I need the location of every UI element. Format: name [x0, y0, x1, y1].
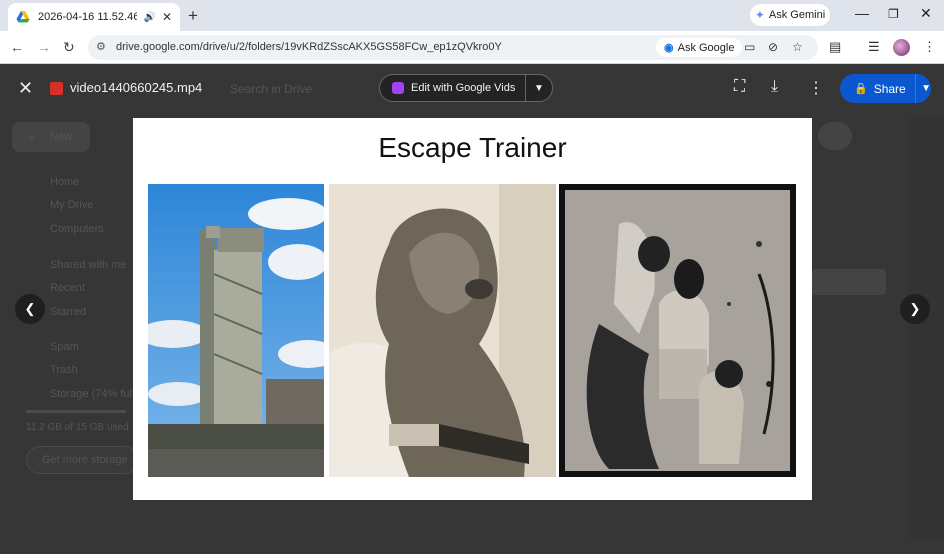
- training-chamber-photo: [559, 184, 796, 477]
- bookmark-star-icon[interactable]: ☆: [792, 40, 803, 54]
- previous-file-button[interactable]: ❮: [15, 294, 45, 324]
- chevron-left-icon: ❮: [24, 301, 36, 316]
- nav-starred: Starred: [50, 306, 87, 318]
- site-info-icon[interactable]: ⚙: [96, 40, 106, 53]
- row-highlight-dimmed: [812, 269, 886, 295]
- profile-avatar[interactable]: [893, 39, 910, 56]
- tab-search-icon[interactable]: ▤: [829, 39, 841, 55]
- media-control-icon[interactable]: ☰: [868, 39, 880, 55]
- google-vids-icon: [392, 82, 404, 94]
- chevron-right-icon: ❯: [909, 301, 921, 316]
- new-label: New: [50, 131, 73, 143]
- browser-tab[interactable]: 2026-04-16 11.52.46 MWR 🔊 ✕: [8, 3, 180, 31]
- install-app-icon[interactable]: ▭: [744, 40, 755, 54]
- get-storage-label: Get more storage: [42, 454, 128, 466]
- back-arrow-icon[interactable]: ←: [10, 39, 24, 55]
- side-panel-dimmed: [907, 118, 944, 538]
- browser-tab-strip: 2026-04-16 11.52.46 MWR 🔊 ✕ + ✦ Ask Gemi…: [0, 0, 944, 31]
- more-options-icon[interactable]: ⋮: [808, 78, 824, 98]
- ask-gemini-label: Ask Gemini: [768, 9, 826, 21]
- tab-title: 2026-04-16 11.52.46 MWR: [38, 11, 138, 23]
- video-file-icon: [50, 82, 63, 95]
- reload-icon[interactable]: ↻: [63, 39, 75, 56]
- lock-icon: 🔒: [854, 83, 868, 95]
- next-file-button[interactable]: ❯: [900, 294, 930, 324]
- nav-computers: Computers: [50, 223, 104, 235]
- share-button[interactable]: 🔒 Share ▼: [840, 74, 931, 103]
- audio-playing-icon[interactable]: 🔊: [143, 12, 155, 23]
- google-drive-icon: [16, 11, 30, 23]
- slide-title: Escape Trainer: [378, 132, 567, 163]
- share-chevron-icon[interactable]: ▼: [921, 83, 931, 94]
- ask-google-button[interactable]: ◉ Ask Google: [656, 38, 743, 57]
- window-close-icon[interactable]: ✕: [920, 5, 932, 22]
- url-text: drive.google.com/drive/u/2/folders/19vKR…: [116, 41, 502, 53]
- gemini-spark-icon: ✦: [754, 8, 765, 22]
- nav-home: Home: [50, 176, 80, 188]
- file-name: video1440660245.mp4: [70, 80, 203, 95]
- close-viewer-icon[interactable]: ✕: [18, 78, 33, 99]
- nav-spam: Spam: [50, 341, 79, 353]
- edit-with-vids-label: Edit with Google Vids: [411, 82, 516, 94]
- escape-hood-photo: [329, 184, 556, 477]
- nav-my-drive: My Drive: [50, 199, 94, 211]
- eye-off-icon[interactable]: ⊘: [768, 40, 778, 54]
- storage-text: 11.2 GB of 15 GB used: [26, 422, 129, 433]
- ask-gemini-button[interactable]: ✦ Ask Gemini: [750, 4, 830, 26]
- browser-toolbar: ← → ↻ ⚙ drive.google.com/drive/u/2/folde…: [0, 31, 944, 64]
- nav-recent: Recent: [50, 282, 85, 294]
- chevron-down-icon[interactable]: ▼: [526, 83, 552, 94]
- grid-toggle-dimmed: [818, 122, 852, 150]
- edit-with-vids-button[interactable]: Edit with Google Vids ▼: [379, 74, 553, 102]
- close-tab-icon[interactable]: ✕: [162, 10, 172, 24]
- nav-storage: Storage (74% full): [50, 388, 139, 400]
- slide-preview: Escape Trainer: [133, 118, 812, 500]
- add-comment-icon[interactable]: ⛶: [734, 78, 745, 96]
- ask-google-label: Ask Google: [677, 41, 735, 54]
- download-icon[interactable]: ⤓: [771, 78, 778, 96]
- nav-shared: Shared with me: [50, 259, 127, 271]
- minimize-icon[interactable]: —: [855, 5, 869, 21]
- share-label: Share: [873, 81, 906, 96]
- new-tab-icon[interactable]: +: [188, 6, 198, 26]
- nav-trash: Trash: [50, 364, 78, 376]
- forward-arrow-icon[interactable]: →: [37, 39, 51, 55]
- storage-bar-dimmed: [26, 410, 126, 413]
- file-viewer-header: ✕ video1440660245.mp4 Edit with Google V…: [0, 64, 944, 114]
- browser-menu-icon[interactable]: ⋮: [923, 39, 936, 55]
- address-bar[interactable]: ⚙ drive.google.com/drive/u/2/folders/19v…: [88, 35, 818, 60]
- tower-photo: [148, 184, 324, 477]
- restore-icon[interactable]: ❐: [888, 7, 899, 21]
- google-lens-icon: ◉: [664, 42, 674, 54]
